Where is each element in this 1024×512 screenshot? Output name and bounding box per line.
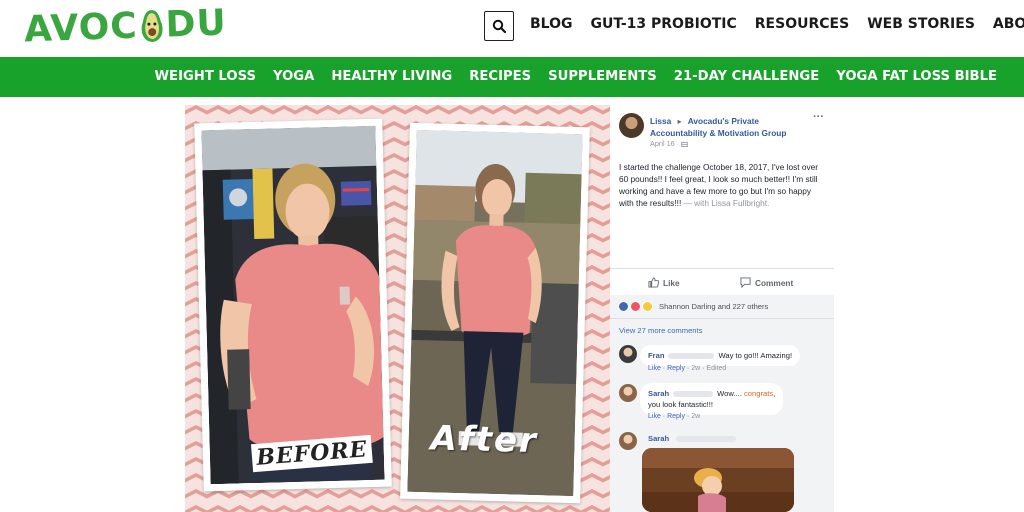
category-yoga-fat-loss-bible[interactable]: YOGA FAT LOSS BIBLE (836, 69, 997, 84)
comment-highlight: congrats (743, 389, 774, 398)
reactions-text: Shannon Darling and 227 others (659, 302, 769, 311)
comment-reply-link[interactable]: Reply (667, 365, 685, 372)
more-options-icon[interactable]: ··· (813, 111, 824, 123)
post-author[interactable]: Lissa (650, 116, 671, 126)
globe-icon (681, 141, 688, 147)
top-nav: BLOG GUT-13 PROBIOTIC RESOURCES WEB STOR… (530, 16, 1024, 32)
view-more-comments-link[interactable]: View 27 more comments (619, 326, 702, 335)
redacted-name (668, 353, 715, 359)
logo-text-right: DU (164, 2, 228, 46)
category-recipes[interactable]: RECIPES (469, 69, 531, 84)
before-photo-image (201, 125, 385, 485)
love-reaction-icon (630, 301, 641, 312)
comment-text: Wow.... (717, 389, 744, 398)
gif-image (642, 448, 794, 512)
like-label: Like (663, 277, 680, 288)
site-header: AVOC DU BLOG GUT-13 PROBIOTIC RESOURCES … (0, 0, 1024, 57)
post-date-text: April 16 · (650, 139, 682, 148)
comment-author[interactable]: Sarah (648, 389, 669, 398)
post-header: Lissa ▸ Avocadu's Private Accountability… (650, 115, 815, 139)
divider (610, 318, 834, 319)
reactions-summary[interactable]: Shannon Darling and 227 others (618, 301, 768, 312)
nav-resources[interactable]: RESOURCES (755, 16, 849, 32)
avatar[interactable] (619, 432, 637, 450)
category-nav: WEIGHT LOSS YOGA HEALTHY LIVING RECIPES … (0, 57, 1024, 97)
post-with: — with Lissa Fullbright. (681, 198, 770, 208)
comment-time: 2w (691, 413, 701, 420)
redacted-name (676, 436, 736, 442)
avatar[interactable] (619, 345, 637, 363)
like-reaction-icon (618, 301, 629, 312)
comment-time: 2w (691, 365, 701, 372)
comment-bubble: Fran Way to go!!! Amazing! (640, 345, 801, 366)
comment-edited: Edited (706, 365, 727, 372)
avatar[interactable] (619, 113, 644, 138)
comment-label: Comment (755, 277, 794, 288)
avocadu-logo[interactable]: AVOC DU (23, 2, 227, 50)
nav-web-stories[interactable]: WEB STORIES (867, 16, 975, 32)
nav-blog[interactable]: BLOG (530, 16, 573, 32)
category-weight-loss[interactable]: WEIGHT LOSS (155, 69, 256, 84)
search-button[interactable] (484, 11, 514, 41)
nav-about[interactable]: ABOUT (993, 16, 1024, 32)
comment-author[interactable]: Fran (648, 351, 664, 360)
gif-attachment[interactable] (642, 448, 794, 512)
comment-author[interactable]: Sarah (648, 434, 669, 443)
comment-like-link[interactable]: Like (648, 365, 661, 372)
post-text: I started the challenge October 18, 2017… (619, 161, 825, 209)
search-icon (492, 19, 506, 33)
like-button[interactable]: Like (648, 277, 680, 288)
after-photo: After (400, 122, 590, 504)
comment-like-link[interactable]: Like (648, 413, 661, 420)
post-date[interactable]: April 16 · (650, 139, 688, 148)
comment-bubble: Sarah Wow.... congrats, you look fantasti… (640, 383, 784, 415)
nav-gut-13-probiotic[interactable]: GUT-13 PROBIOTIC (591, 16, 737, 32)
arrow-right-icon: ▸ (677, 116, 682, 126)
category-healthy-living[interactable]: HEALTHY LIVING (331, 69, 452, 84)
logo-text-left: AVOC (23, 5, 139, 51)
thumbs-up-icon (648, 277, 659, 288)
comment-button[interactable]: Comment (740, 277, 793, 288)
comment-icon (740, 277, 751, 288)
avatar[interactable] (619, 384, 637, 402)
after-label: After (430, 418, 539, 462)
group-name-link[interactable]: Avocadu's Private Accountability & Motiv… (650, 116, 786, 138)
comment-text: Way to go!!! Amazing! (718, 351, 793, 360)
avocado-mascot-icon (141, 9, 163, 42)
before-photo: BEFORE (194, 118, 392, 492)
category-supplements[interactable]: SUPPLEMENTS (548, 69, 657, 84)
comment-reply-link[interactable]: Reply (667, 413, 685, 420)
comment-text-punct: , (773, 389, 776, 398)
wow-reaction-icon (642, 301, 653, 312)
post-actions: Like Comment (610, 268, 834, 297)
category-21-day-challenge[interactable]: 21-DAY CHALLENGE (674, 69, 819, 84)
post-body: Lissa ▸ Avocadu's Private Accountability… (610, 105, 834, 295)
comment-meta: Like · Reply · 2w · Edited (648, 365, 727, 372)
category-yoga[interactable]: YOGA (273, 69, 314, 84)
comment-meta: Like · Reply · 2w (648, 413, 701, 420)
comment-text-line2: you look fantastic!!! (648, 400, 714, 409)
facebook-post: Lissa ▸ Avocadu's Private Accountability… (610, 105, 834, 512)
redacted-name (673, 391, 714, 397)
before-after-image: BEFORE After (185, 105, 610, 512)
